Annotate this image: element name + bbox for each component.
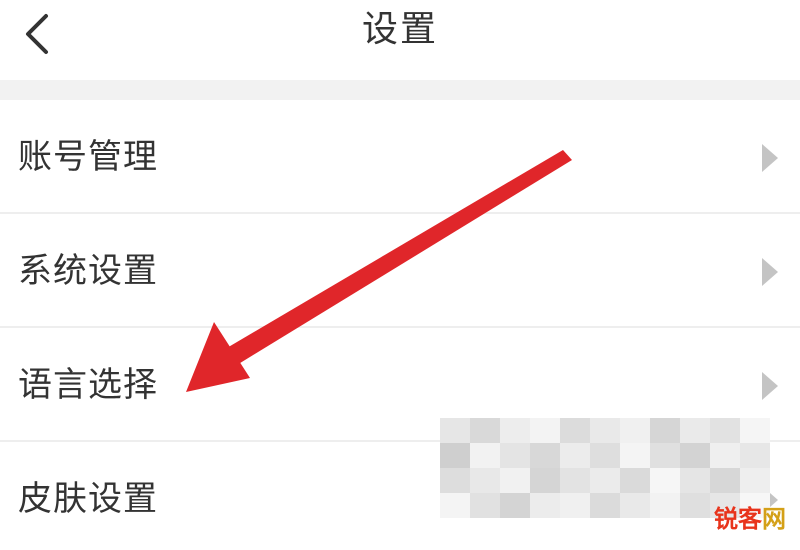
settings-item-label: 系统设置 [18, 251, 158, 291]
mosaic-cell [440, 418, 470, 443]
mosaic-cell [440, 493, 470, 518]
mosaic-cell [620, 493, 650, 518]
settings-item-label: 皮肤设置 [18, 479, 158, 519]
mosaic-cell [680, 493, 710, 518]
mosaic-cell [740, 443, 770, 468]
mosaic-cell [560, 468, 590, 493]
mosaic-cell [740, 418, 770, 443]
mosaic-cell [590, 493, 620, 518]
top-bar: 设置 [0, 0, 800, 80]
mosaic-cell [500, 468, 530, 493]
mosaic-cell [620, 443, 650, 468]
chevron-right-icon [762, 372, 778, 400]
mosaic-cell [530, 468, 560, 493]
chevron-right-icon [762, 144, 778, 172]
mosaic-cell [710, 443, 740, 468]
mosaic-cell [530, 443, 560, 468]
mosaic-cell [500, 493, 530, 518]
mosaic-cell [680, 443, 710, 468]
mosaic-cell [530, 493, 560, 518]
mosaic-cell [470, 468, 500, 493]
settings-item-label: 语言选择 [18, 365, 158, 405]
settings-item-label: 账号管理 [18, 137, 158, 177]
mosaic-cell [650, 443, 680, 468]
mosaic-cell [470, 493, 500, 518]
mosaic-cell [740, 468, 770, 493]
mosaic-cell [500, 443, 530, 468]
mosaic-cell [620, 418, 650, 443]
mosaic-cell [560, 493, 590, 518]
site-watermark: 锐客网 [714, 499, 786, 534]
watermark-text-tail: 网 [762, 505, 786, 533]
mosaic-cell [710, 468, 740, 493]
mosaic-cell [560, 418, 590, 443]
mosaic-cell [470, 418, 500, 443]
mosaic-cell [680, 468, 710, 493]
section-gap [0, 80, 800, 100]
mosaic-cell [680, 418, 710, 443]
settings-item-account[interactable]: 账号管理 [0, 100, 800, 214]
mosaic-cell [650, 418, 680, 443]
mosaic-cell [440, 468, 470, 493]
mosaic-cell [500, 418, 530, 443]
mosaic-cell [590, 418, 620, 443]
mosaic-cell [650, 468, 680, 493]
mosaic-cell [620, 468, 650, 493]
settings-item-system[interactable]: 系统设置 [0, 214, 800, 328]
chevron-right-icon [762, 258, 778, 286]
mosaic-cell [650, 493, 680, 518]
mosaic-cell [590, 443, 620, 468]
mosaic-cell [440, 443, 470, 468]
mosaic-cell [710, 418, 740, 443]
mosaic-cell [560, 443, 590, 468]
mosaic-cell [590, 468, 620, 493]
mosaic-cell [470, 443, 500, 468]
watermark-text: 锐客 [714, 505, 762, 533]
mosaic-cell [530, 418, 560, 443]
page-title: 设置 [361, 9, 438, 50]
